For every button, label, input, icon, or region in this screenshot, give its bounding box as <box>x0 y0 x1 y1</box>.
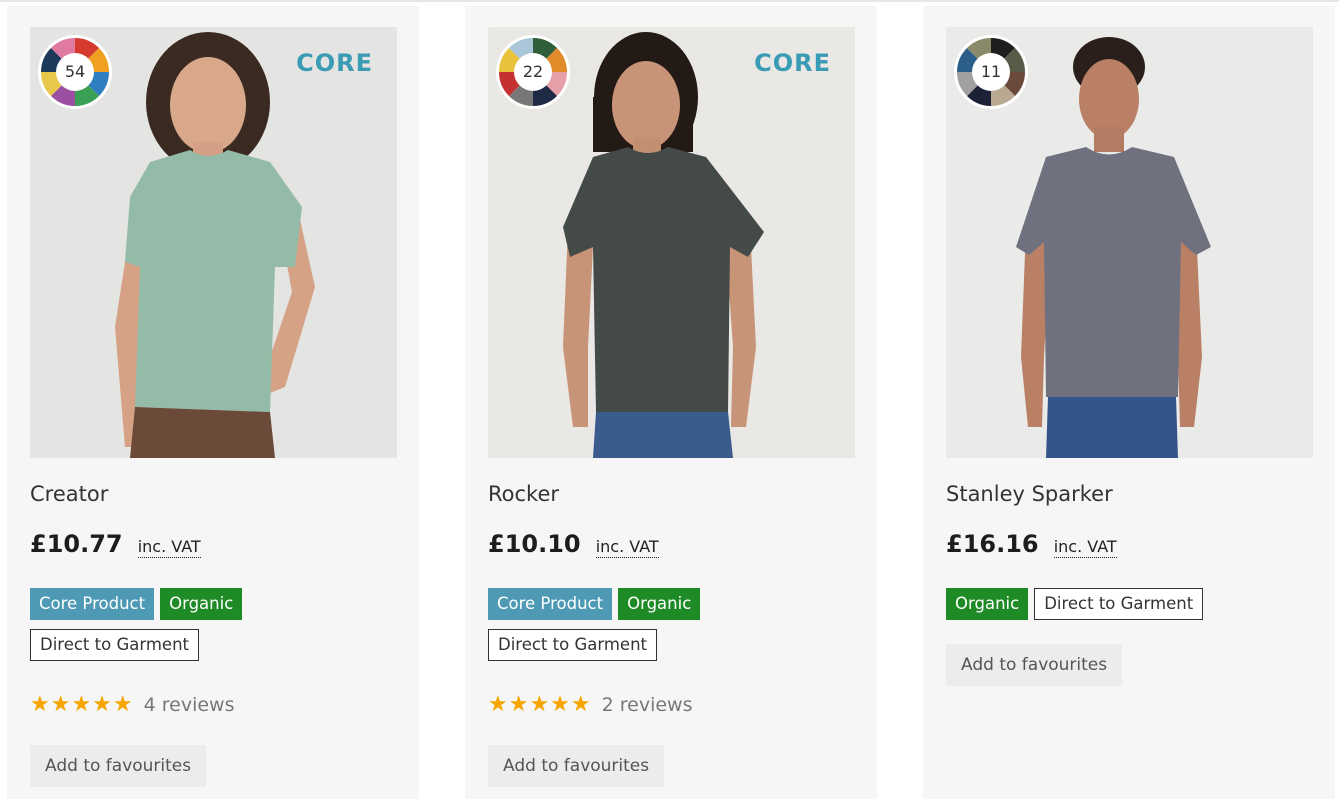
organic-badge: Organic <box>160 588 243 620</box>
price-row: £16.16 inc. VAT <box>946 530 1117 558</box>
star-icon: ★★★★★ <box>488 692 592 717</box>
add-to-favourites-button[interactable]: Add to favourites <box>30 745 207 787</box>
direct-to-garment-badge: Direct to Garment <box>488 629 657 661</box>
core-product-badge: Core Product <box>488 588 613 620</box>
vat-label[interactable]: inc. VAT <box>137 537 201 558</box>
colour-count: 22 <box>522 62 544 81</box>
product-price: £10.77 <box>30 530 123 558</box>
product-title[interactable]: Stanley Sparker <box>946 482 1113 506</box>
core-logo: CORE <box>754 49 831 77</box>
badge-list: Organic Direct to Garment <box>946 588 1276 629</box>
colour-swatch[interactable]: 22 <box>495 34 571 110</box>
direct-to-garment-badge: Direct to Garment <box>30 629 199 661</box>
colour-count: 54 <box>64 62 86 81</box>
product-title[interactable]: Creator <box>30 482 108 506</box>
colour-count: 11 <box>980 62 1002 81</box>
rating[interactable]: ★★★★★ 2 reviews <box>488 692 693 717</box>
product-image[interactable]: 11 <box>946 27 1313 458</box>
product-card-stanley-sparker[interactable]: 11 Stanley Sparker £16.16 inc. VAT Organ… <box>923 6 1335 799</box>
organic-badge: Organic <box>946 588 1029 620</box>
product-title[interactable]: Rocker <box>488 482 559 506</box>
rating[interactable]: ★★★★★ 4 reviews <box>30 692 235 717</box>
product-image[interactable]: 54 CORE <box>30 27 397 458</box>
product-price: £10.10 <box>488 530 581 558</box>
product-card-rocker[interactable]: 22 CORE Rocker £10.10 inc. VAT Core Prod… <box>465 6 877 799</box>
badge-list: Core Product Organic Direct to Garment <box>30 588 360 670</box>
product-image[interactable]: 22 CORE <box>488 27 855 458</box>
add-to-favourites-button[interactable]: Add to favourites <box>946 644 1123 686</box>
price-row: £10.77 inc. VAT <box>30 530 201 558</box>
review-count[interactable]: 2 reviews <box>602 694 693 716</box>
vat-label[interactable]: inc. VAT <box>1053 537 1117 558</box>
product-price: £16.16 <box>946 530 1039 558</box>
price-row: £10.10 inc. VAT <box>488 530 659 558</box>
review-count[interactable]: 4 reviews <box>144 694 235 716</box>
product-card-creator[interactable]: 54 CORE Creator £10.77 inc. VAT Core Pro… <box>7 6 419 799</box>
star-icon: ★★★★★ <box>30 692 134 717</box>
core-product-badge: Core Product <box>30 588 155 620</box>
vat-label[interactable]: inc. VAT <box>595 537 659 558</box>
core-logo: CORE <box>296 49 373 77</box>
organic-badge: Organic <box>618 588 701 620</box>
badge-list: Core Product Organic Direct to Garment <box>488 588 818 670</box>
colour-swatch[interactable]: 11 <box>953 34 1029 110</box>
direct-to-garment-badge: Direct to Garment <box>1034 588 1204 620</box>
add-to-favourites-button[interactable]: Add to favourites <box>488 745 665 787</box>
colour-swatch[interactable]: 54 <box>37 34 113 110</box>
top-divider <box>0 0 1339 2</box>
